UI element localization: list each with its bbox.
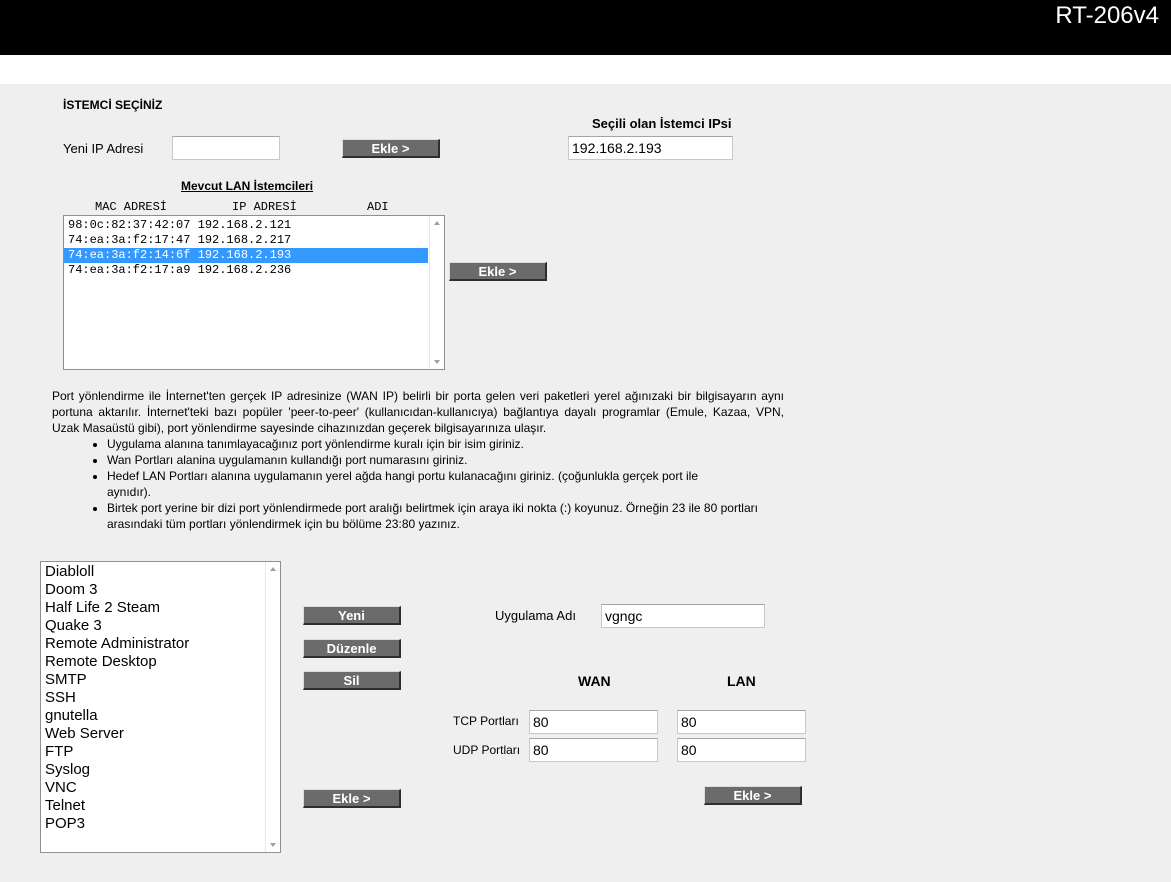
application-list[interactable]: Diabloll Doom 3 Half Life 2 Steam Quake …	[40, 561, 281, 853]
lan-list-scrollbar[interactable]	[429, 216, 444, 369]
scroll-down-icon[interactable]	[270, 843, 276, 847]
add-lan-client-button[interactable]: Ekle >	[449, 262, 547, 281]
application-item[interactable]: Doom 3	[42, 581, 280, 599]
tcp-wan-port-input[interactable]: 80	[529, 710, 658, 734]
selected-client-ip[interactable]: 192.168.2.193	[568, 136, 733, 160]
app-name-input[interactable]: vgngc	[601, 604, 765, 628]
mac-header: MAC ADRESİ	[95, 200, 168, 214]
udp-lan-port-input[interactable]: 80	[677, 738, 806, 762]
add-ip-button[interactable]: Ekle >	[342, 139, 440, 158]
selected-client-label: Seçili olan İstemci IPsi	[592, 116, 732, 131]
name-header: ADI	[367, 200, 389, 214]
new-ip-input[interactable]	[172, 136, 280, 160]
lan-client-row[interactable]: 74:ea:3a:f2:17:47 192.168.2.217	[64, 233, 428, 248]
lan-clients-list[interactable]: 98:0c:82:37:42:07 192.168.2.121 74:ea:3a…	[63, 215, 445, 370]
add-rule-button[interactable]: Ekle >	[704, 786, 802, 805]
ip-header: IP ADRESİ	[232, 200, 297, 214]
scroll-up-icon[interactable]	[270, 567, 276, 571]
new-button[interactable]: Yeni	[303, 606, 401, 625]
wan-header: WAN	[578, 673, 611, 689]
lan-client-row[interactable]: 98:0c:82:37:42:07 192.168.2.121	[64, 218, 428, 233]
tcp-ports-label: TCP Portları	[453, 714, 519, 728]
application-item[interactable]: Remote Administrator	[42, 635, 280, 653]
app-name-label: Uygulama Adı	[495, 608, 576, 623]
tcp-lan-port-input[interactable]: 80	[677, 710, 806, 734]
top-banner: RT-206v4	[0, 0, 1171, 55]
lan-header: LAN	[727, 673, 756, 689]
main-panel: İSTEMCİ SEÇİNİZ Yeni IP Adresi Ekle > Se…	[0, 84, 1171, 882]
help-bullet: Wan Portları alanina uygulamanın kulland…	[107, 452, 784, 468]
application-item[interactable]: Half Life 2 Steam	[42, 599, 280, 617]
help-bullet: Birtek port yerine bir dizi port yönlend…	[107, 500, 784, 532]
help-text: Port yönlendirme ile İnternet'ten gerçek…	[52, 388, 784, 532]
application-item[interactable]: Remote Desktop	[42, 653, 280, 671]
device-model: RT-206v4	[1055, 2, 1159, 29]
section-title: İSTEMCİ SEÇİNİZ	[63, 98, 163, 112]
udp-ports-label: UDP Portları	[453, 743, 521, 757]
edit-button[interactable]: Düzenle	[303, 639, 401, 658]
application-item[interactable]: Quake 3	[42, 617, 280, 635]
application-item[interactable]: Syslog	[42, 761, 280, 779]
scroll-up-icon[interactable]	[434, 221, 440, 225]
delete-button[interactable]: Sil	[303, 671, 401, 690]
application-item[interactable]: FTP	[42, 743, 280, 761]
help-bullet: Uygulama alanına tanımlayacağınız port y…	[107, 436, 784, 452]
application-item[interactable]: Web Server	[42, 725, 280, 743]
application-item[interactable]: Diabloll	[42, 563, 280, 581]
application-item[interactable]: Telnet	[42, 797, 280, 815]
application-item[interactable]: POP3	[42, 815, 280, 833]
application-item[interactable]: VNC	[42, 779, 280, 797]
help-paragraph: Port yönlendirme ile İnternet'ten gerçek…	[52, 389, 784, 435]
help-bullet: Hedef LAN Portları alanına uygulamanın y…	[107, 468, 784, 500]
application-item[interactable]: gnutella	[42, 707, 280, 725]
help-list: Uygulama alanına tanımlayacağınız port y…	[52, 436, 784, 532]
lan-client-row-selected[interactable]: 74:ea:3a:f2:14:6f 192.168.2.193	[64, 248, 428, 263]
udp-wan-port-input[interactable]: 80	[529, 738, 658, 762]
scroll-down-icon[interactable]	[434, 360, 440, 364]
lan-client-row[interactable]: 74:ea:3a:f2:17:a9 192.168.2.236	[64, 263, 428, 278]
app-list-scrollbar[interactable]	[265, 562, 280, 852]
application-item[interactable]: SMTP	[42, 671, 280, 689]
lan-clients-title: Mevcut LAN İstemcileri	[181, 179, 314, 193]
application-item[interactable]: SSH	[42, 689, 280, 707]
new-ip-label: Yeni IP Adresi	[63, 141, 144, 156]
add-application-button[interactable]: Ekle >	[303, 789, 401, 808]
